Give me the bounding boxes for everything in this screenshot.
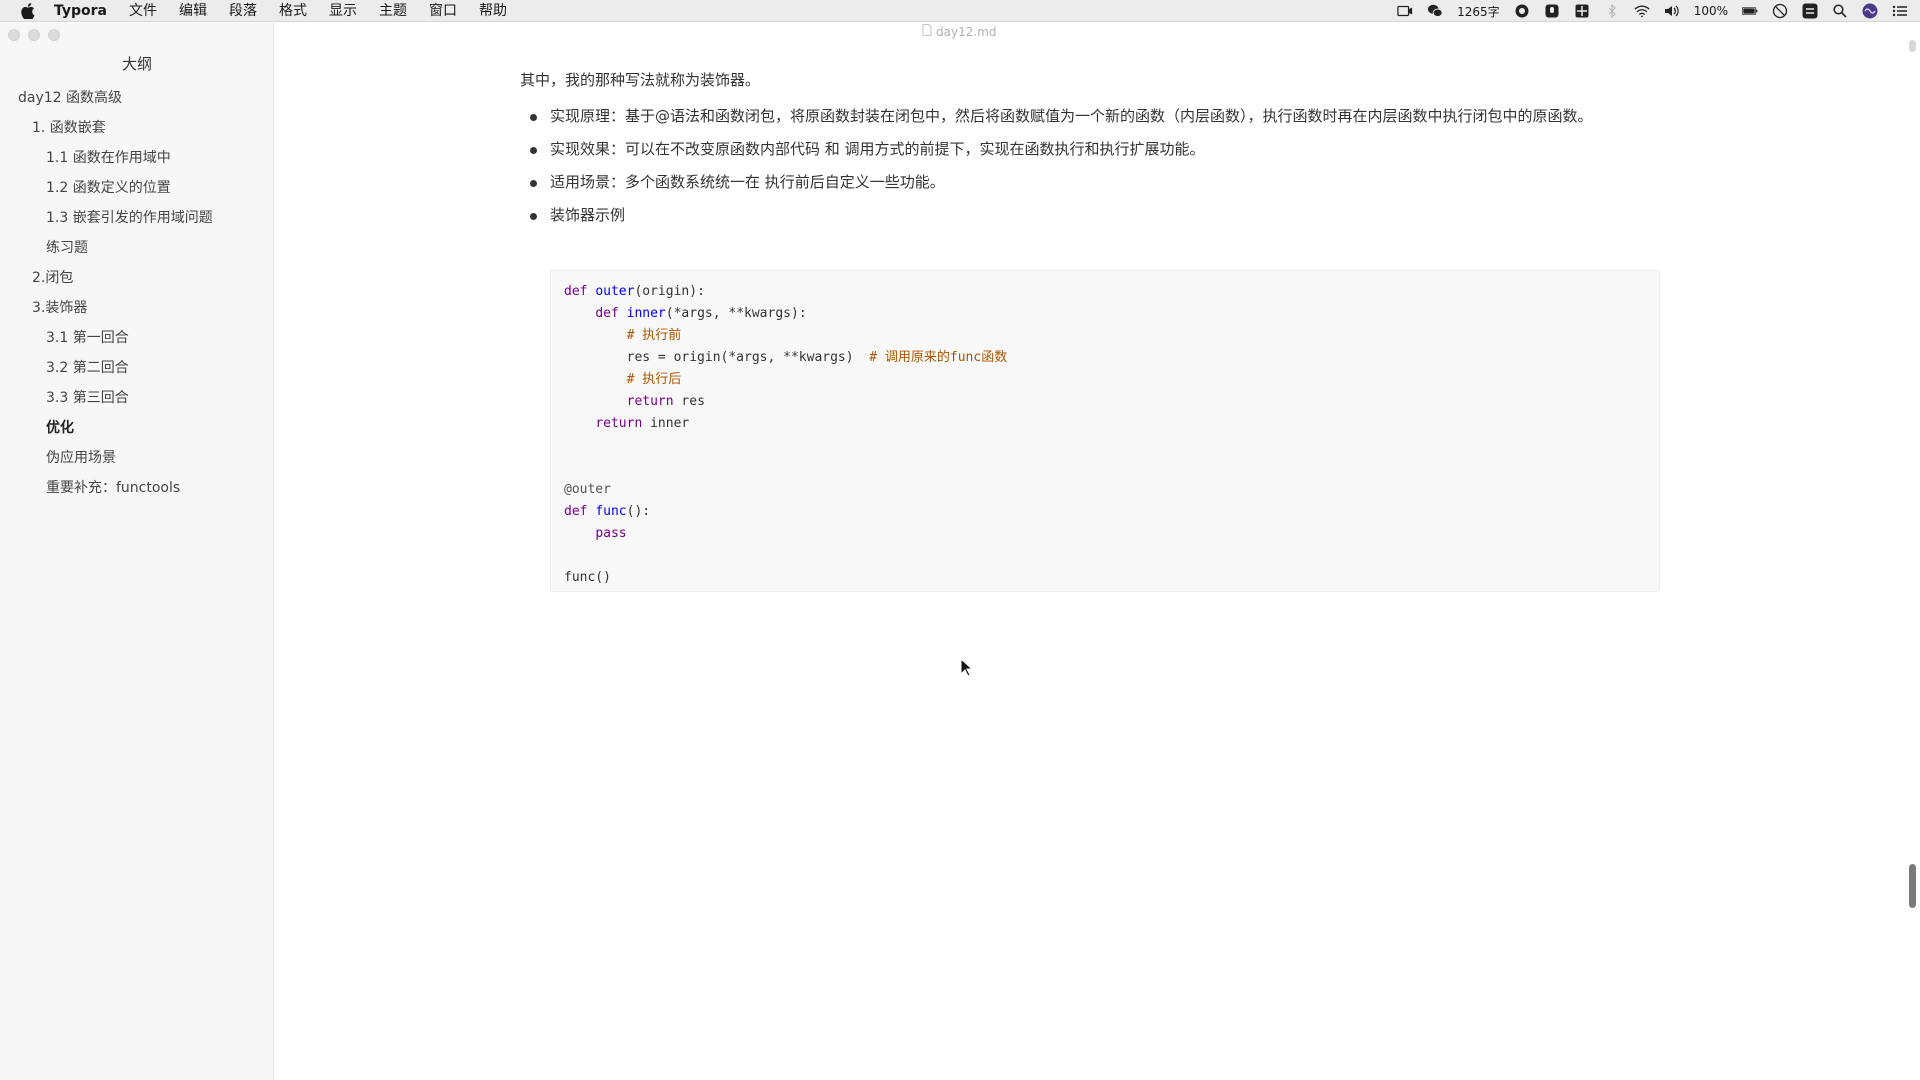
menu-view[interactable]: 显示 (318, 0, 368, 22)
outline-item[interactable]: 3.装饰器 (0, 293, 274, 323)
code-line: def inner(*args, **kwargs): (595, 306, 807, 321)
bluetooth-icon[interactable] (1604, 3, 1620, 19)
outline-item[interactable]: 1.2 函数定义的位置 (0, 173, 274, 203)
menu-file[interactable]: 文件 (118, 0, 168, 22)
outline-sidebar: 大纲 day12 函数高级 1. 函数嵌套 1.1 函数在作用域中 1.2 函数… (0, 23, 274, 1080)
do-not-disturb-icon[interactable] (1772, 3, 1788, 19)
menu-help[interactable]: 帮助 (468, 0, 518, 22)
outline-list: day12 函数高级 1. 函数嵌套 1.1 函数在作用域中 1.2 函数定义的… (0, 83, 274, 503)
code-line: return res (626, 394, 705, 409)
word-count: 1265字 (1457, 4, 1500, 19)
apple-icon[interactable] (20, 2, 36, 19)
menu-window[interactable]: 窗口 (418, 0, 468, 22)
list-item: 实现效果：可以在不改变原函数内部代码 和 调用方式的前提下，实现在函数执行和执行… (520, 137, 1670, 162)
grid-app-icon[interactable] (1574, 3, 1590, 19)
code-line: pass (595, 526, 627, 541)
wifi-icon[interactable] (1634, 3, 1650, 19)
list-item: 适用场景：多个函数系统统一在 执行前后自定义一些功能。 (520, 170, 1670, 195)
outline-item-active[interactable]: 优化 (0, 413, 274, 443)
outline-item[interactable]: 3.1 第一回合 (0, 323, 274, 353)
outline-item[interactable]: 1. 函数嵌套 (0, 113, 274, 143)
code-line: return inner (595, 416, 690, 431)
code-line: def outer(origin): (564, 284, 705, 299)
outline-item[interactable]: 伪应用场景 (0, 443, 274, 473)
code-block[interactable]: def outer(origin): def inner(*args, **kw… (550, 270, 1660, 592)
status-area: 1265字 100% (1397, 0, 1908, 22)
document-icon (922, 24, 932, 39)
outline-item[interactable]: 重要补充：functools (0, 473, 274, 503)
wechat-icon[interactable] (1427, 3, 1443, 19)
list-item: 装饰器示例 (520, 203, 1670, 228)
document-filename: day12.md (936, 24, 997, 39)
menu-bar: Typora 文件 编辑 段落 格式 显示 主题 窗口 帮助 1265字 100… (0, 0, 1920, 22)
outline-item[interactable]: 3.3 第三回合 (0, 383, 274, 413)
code-comment: # 执行前 (564, 328, 682, 343)
code-line: def func(): (564, 504, 651, 519)
outline-item[interactable]: 3.2 第二回合 (0, 353, 274, 383)
screen-record-icon[interactable] (1397, 3, 1413, 19)
sync-app-icon[interactable] (1802, 3, 1818, 19)
menu-theme[interactable]: 主题 (368, 0, 418, 22)
code-decorator: @outer (564, 482, 611, 497)
scrollbar-top-cap (1909, 40, 1916, 52)
battery-percent: 100% (1693, 4, 1728, 18)
close-window-button[interactable] (8, 29, 20, 41)
code-comment: # 执行后 (564, 372, 682, 387)
siri-icon[interactable] (1862, 3, 1878, 19)
intro-paragraph: 其中，我的那种写法就称为装饰器。 (520, 71, 761, 89)
mouse-pointer-icon (960, 657, 974, 678)
search-icon[interactable] (1832, 3, 1848, 19)
battery-icon[interactable] (1742, 3, 1758, 19)
editor-content[interactable]: 其中，我的那种写法就称为装饰器。 实现原理：基于@语法和函数闭包，将原函数封装在… (520, 60, 1660, 236)
bullet-list: 实现原理：基于@语法和函数闭包，将原函数封装在闭包中，然后将函数赋值为一个新的函… (520, 104, 1660, 228)
menu-edit[interactable]: 编辑 (168, 0, 218, 22)
minimize-window-button[interactable] (28, 29, 40, 41)
menu-format[interactable]: 格式 (268, 0, 318, 22)
outline-item[interactable]: day12 函数高级 (0, 83, 274, 113)
microphone-icon[interactable] (1544, 3, 1560, 19)
outline-item[interactable]: 1.1 函数在作用域中 (0, 143, 274, 173)
outline-title: 大纲 (121, 55, 152, 73)
outline-item[interactable]: 2.闭包 (0, 263, 274, 293)
notification-center-icon[interactable] (1892, 3, 1908, 19)
vertical-scrollbar-thumb[interactable] (1909, 864, 1916, 908)
zoom-window-button[interactable] (48, 29, 60, 41)
code-line: res = origin(*args, **kwargs) # 调用原来的fun… (564, 350, 1008, 365)
circle-app-icon[interactable] (1514, 3, 1530, 19)
list-item: 实现原理：基于@语法和函数闭包，将原函数封装在闭包中，然后将函数赋值为一个新的函… (520, 104, 1670, 129)
window-controls (8, 29, 60, 41)
document-title: day12.md (922, 24, 996, 39)
outline-item[interactable]: 练习题 (0, 233, 274, 263)
volume-icon[interactable] (1664, 3, 1680, 19)
code-line: func() (564, 570, 611, 585)
app-menu[interactable]: Typora (54, 0, 118, 22)
menu-paragraph[interactable]: 段落 (218, 0, 268, 22)
outline-item[interactable]: 1.3 嵌套引发的作用域问题 (0, 203, 274, 233)
